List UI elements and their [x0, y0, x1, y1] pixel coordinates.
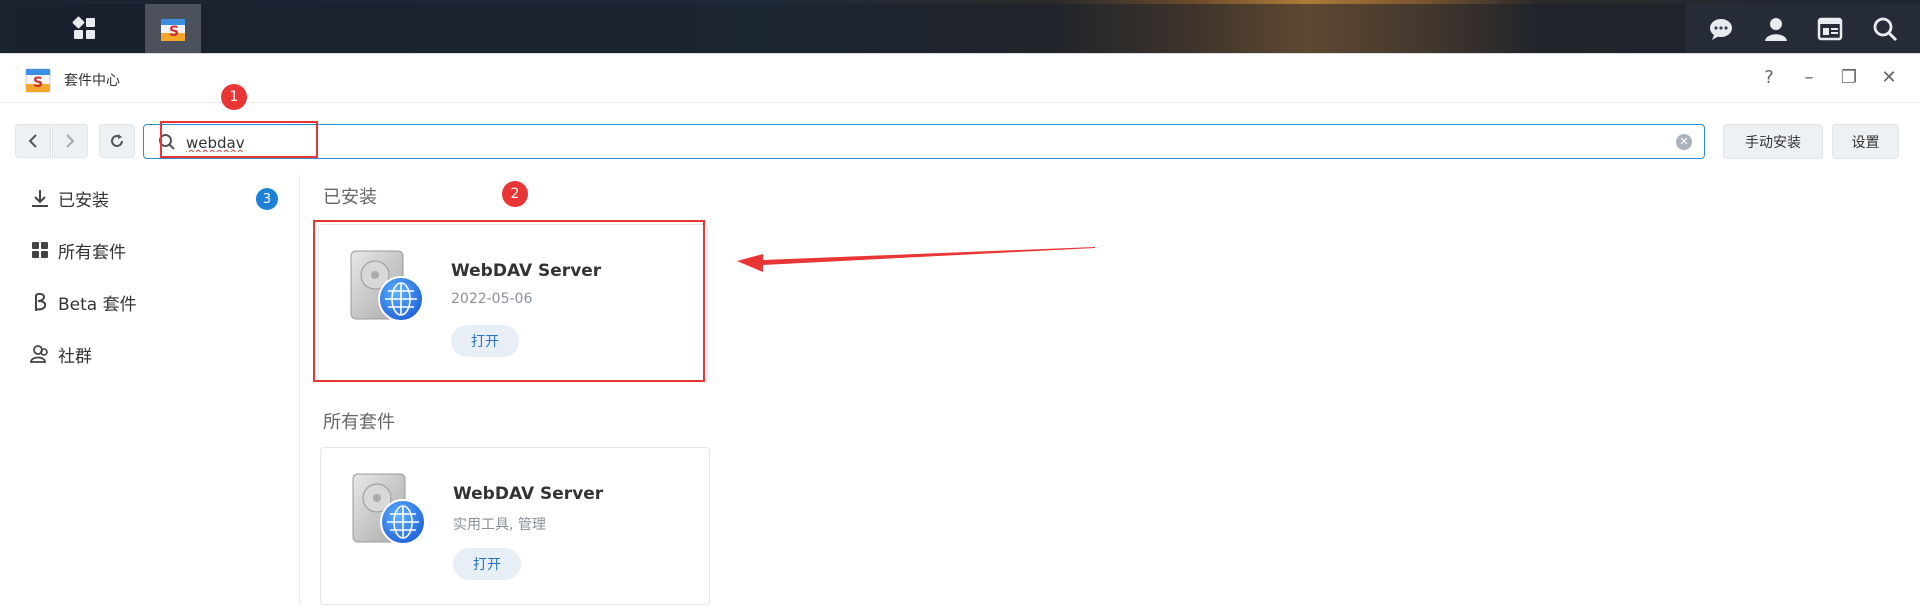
package-card-all[interactable]: WebDAV Server 实用工具, 管理 打开 [320, 447, 710, 605]
sidebar-item-label: 已安装 [58, 190, 109, 211]
taskbar-strip [14, 4, 1920, 53]
package-center-icon: S [25, 68, 51, 93]
help-icon[interactable]: ? [1758, 66, 1780, 88]
annotation-box-search [160, 121, 318, 158]
user-icon[interactable] [1763, 16, 1789, 42]
package-name: WebDAV Server [453, 484, 604, 504]
sidebar: 已安装 3 所有套件 Beta 套件 社群 [0, 175, 300, 604]
close-icon[interactable]: ✕ [1878, 66, 1900, 88]
search-input[interactable] [186, 131, 1586, 155]
window-titlebar: S 套件中心 ? – ❐ ✕ [0, 54, 1920, 103]
installed-count-badge: 3 [256, 188, 278, 210]
svg-text:S: S [33, 75, 43, 91]
search-icon[interactable] [1872, 16, 1898, 42]
back-button[interactable] [15, 124, 51, 158]
desktop-taskbar: S [0, 0, 1920, 53]
taskbar-right-tray [1686, 4, 1920, 53]
main-menu-icon [72, 16, 95, 39]
chat-icon[interactable] [1708, 16, 1734, 42]
annotation-number-2: 2 [502, 181, 528, 207]
widgets-icon[interactable] [1817, 16, 1843, 42]
taskbar-package-center[interactable]: S [145, 4, 201, 53]
svg-text:S: S [169, 24, 179, 40]
chevron-left-icon [28, 134, 37, 148]
annotation-number-1: 1 [221, 84, 247, 110]
annotation-box-card [313, 220, 705, 382]
download-icon [32, 190, 48, 207]
manual-install-button[interactable]: 手动安装 [1723, 124, 1823, 159]
sidebar-item-label: 所有套件 [58, 242, 126, 263]
webdav-server-icon [352, 473, 426, 545]
minimize-icon[interactable]: – [1798, 66, 1820, 88]
sidebar-item-installed[interactable]: 已安装 3 [30, 183, 280, 213]
package-category: 实用工具, 管理 [453, 517, 546, 533]
chevron-right-icon [66, 134, 75, 148]
community-icon [30, 345, 48, 363]
section-title-installed: 已安装 [323, 187, 377, 208]
refresh-icon [111, 134, 123, 147]
search-field[interactable]: ✕ [143, 124, 1705, 159]
window-title: 套件中心 [64, 73, 120, 89]
sidebar-item-label: Beta 套件 [58, 294, 137, 315]
sidebar-item-label: 社群 [58, 346, 92, 367]
refresh-button[interactable] [99, 124, 135, 158]
maximize-icon[interactable]: ❐ [1838, 66, 1860, 88]
settings-button[interactable]: 设置 [1832, 124, 1899, 159]
clear-search-icon[interactable]: ✕ [1676, 134, 1692, 150]
sidebar-item-beta[interactable]: Beta 套件 [30, 287, 280, 317]
grid-icon [32, 242, 48, 258]
beta-icon [35, 292, 47, 311]
open-button[interactable]: 打开 [453, 548, 521, 580]
annotation-arrow [737, 247, 1095, 272]
sidebar-item-all-packages[interactable]: 所有套件 [30, 235, 280, 265]
forward-button[interactable] [52, 124, 88, 158]
main-menu-button[interactable] [57, 4, 113, 53]
sidebar-item-community[interactable]: 社群 [30, 339, 280, 369]
package-center-icon: S [161, 18, 185, 41]
section-title-all-packages: 所有套件 [323, 412, 395, 433]
window-controls: ? – ❐ ✕ [1758, 66, 1900, 88]
